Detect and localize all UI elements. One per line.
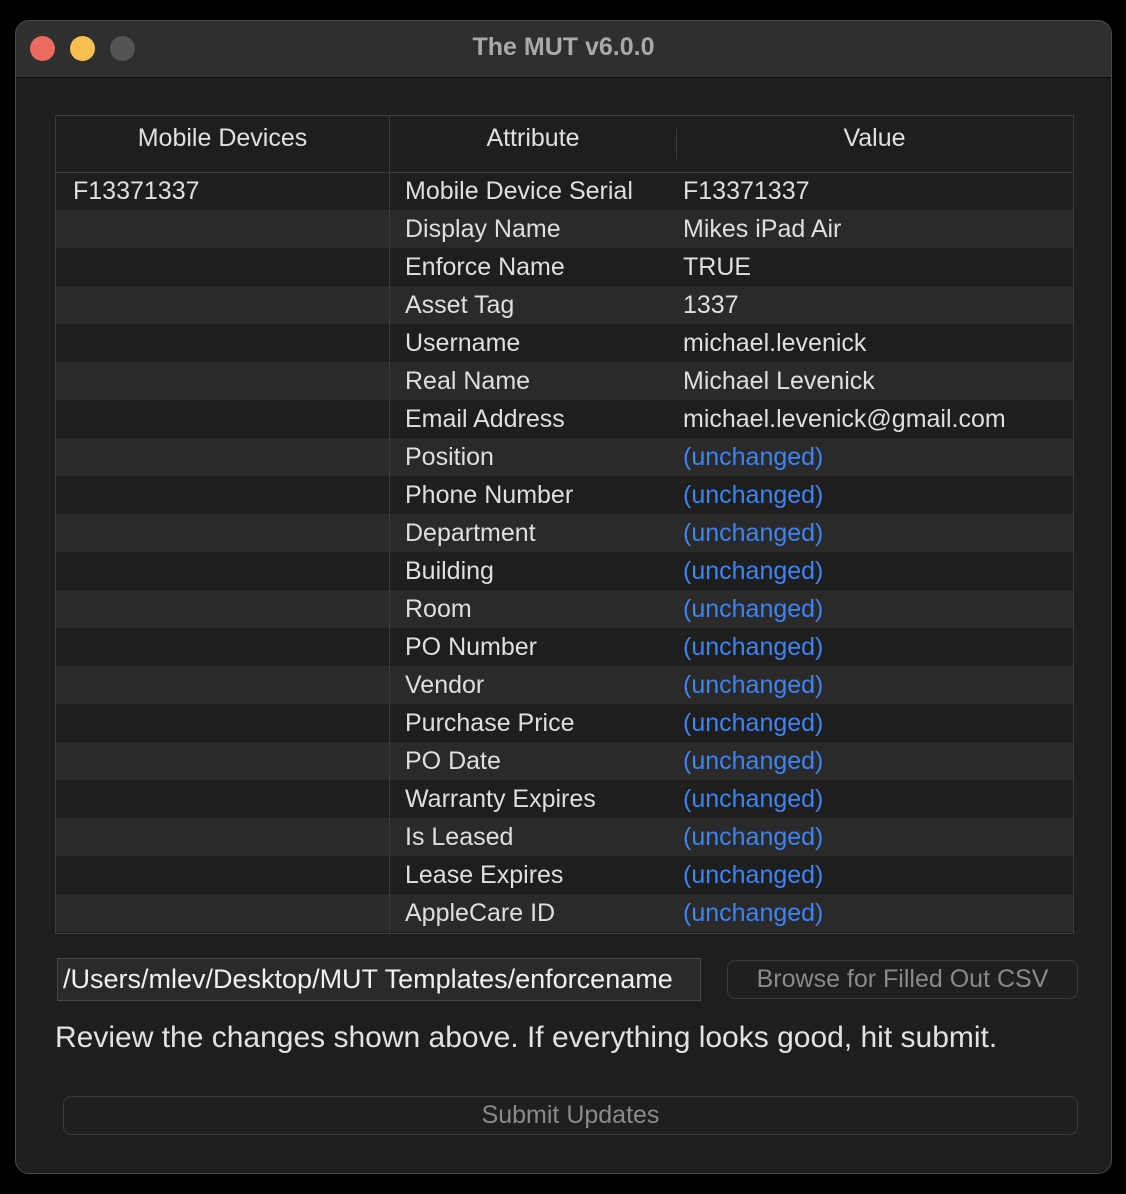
attribute-cell: Mobile Device Serial (405, 177, 633, 205)
table-row[interactable]: PO Number (unchanged) (56, 628, 1073, 666)
value-cell: 1337 (683, 291, 739, 319)
value-cell: Mikes iPad Air (683, 215, 842, 243)
value-cell: (unchanged) (683, 861, 824, 889)
value-cell: (unchanged) (683, 633, 824, 661)
value-cell: (unchanged) (683, 823, 824, 851)
attribute-cell: Vendor (405, 671, 485, 699)
table-row[interactable]: Lease Expires (unchanged) (56, 856, 1073, 894)
table-row[interactable]: Phone Number (unchanged) (56, 476, 1073, 514)
value-cell: (unchanged) (683, 785, 824, 813)
value-cell: (unchanged) (683, 519, 824, 547)
value-cell: F13371337 (683, 177, 810, 205)
attribute-cell: Purchase Price (405, 709, 575, 737)
attribute-cell: Warranty Expires (405, 785, 596, 813)
table-row[interactable]: Display Name Mikes iPad Air (56, 210, 1073, 248)
attribute-cell: Asset Tag (405, 291, 515, 319)
attribute-cell: Is Leased (405, 823, 514, 851)
table-row[interactable]: PO Date (unchanged) (56, 742, 1073, 780)
header-mobile-devices[interactable]: Mobile Devices (56, 124, 389, 153)
table-row[interactable]: AppleCare ID (unchanged) (56, 894, 1073, 932)
value-cell: (unchanged) (683, 709, 824, 737)
attribute-cell: Room (405, 595, 472, 623)
device-serial-cell[interactable]: F13371337 (73, 172, 200, 210)
attribute-cell: Username (405, 329, 521, 357)
attribute-cell: Department (405, 519, 536, 547)
table-row[interactable]: F13371337 Mobile Device Serial F13371337 (56, 172, 1073, 210)
title-bar[interactable]: The MUT v6.0.0 (16, 21, 1111, 78)
table-row[interactable]: Purchase Price (unchanged) (56, 704, 1073, 742)
attribute-cell: PO Number (405, 633, 537, 661)
window-title: The MUT v6.0.0 (472, 33, 655, 61)
attribute-cell: AppleCare ID (405, 899, 556, 927)
attribute-cell: Phone Number (405, 481, 574, 509)
table-row[interactable]: Position (unchanged) (56, 438, 1073, 476)
value-cell: michael.levenick@gmail.com (683, 405, 1006, 433)
attribute-cell: Email Address (405, 405, 565, 433)
value-cell: (unchanged) (683, 899, 824, 927)
table-row[interactable]: Enforce Name TRUE (56, 248, 1073, 286)
value-cell: Michael Levenick (683, 367, 875, 395)
table-row[interactable]: Department (unchanged) (56, 514, 1073, 552)
value-cell: (unchanged) (683, 557, 824, 585)
csv-path-field[interactable]: /Users/mlev/Desktop/MUT Templates/enforc… (57, 958, 701, 1001)
value-cell: (unchanged) (683, 747, 824, 775)
table-row[interactable]: Building (unchanged) (56, 552, 1073, 590)
attribute-cell: Enforce Name (405, 253, 565, 281)
app-window: The MUT v6.0.0 Mobile Devices Attribute … (15, 20, 1112, 1174)
table-row[interactable]: Username michael.levenick (56, 324, 1073, 362)
attribute-cell: PO Date (405, 747, 501, 775)
table-row[interactable]: Warranty Expires (unchanged) (56, 780, 1073, 818)
table-row[interactable]: Real Name Michael Levenick (56, 362, 1073, 400)
table-row[interactable]: Room (unchanged) (56, 590, 1073, 628)
table-row[interactable]: Is Leased (unchanged) (56, 818, 1073, 856)
header-divider (676, 129, 677, 159)
table-row[interactable]: Asset Tag 1337 (56, 286, 1073, 324)
value-cell: (unchanged) (683, 481, 824, 509)
value-cell: (unchanged) (683, 671, 824, 699)
attribute-cell: Display Name (405, 215, 561, 243)
attribute-cell: Lease Expires (405, 861, 564, 889)
header-attribute[interactable]: Attribute (390, 124, 676, 153)
value-cell: TRUE (683, 253, 752, 281)
attribute-cell: Position (405, 443, 494, 471)
value-cell: (unchanged) (683, 443, 824, 471)
review-message: Review the changes shown above. If every… (55, 1021, 998, 1054)
submit-updates-button[interactable]: Submit Updates (63, 1096, 1078, 1135)
attribute-cell: Real Name (405, 367, 531, 395)
table-row[interactable]: Vendor (unchanged) (56, 666, 1073, 704)
attribute-cell: Building (405, 557, 494, 585)
table-row[interactable]: Email Address michael.levenick@gmail.com (56, 400, 1073, 438)
column-divider (389, 116, 390, 933)
table-body: F13371337 Mobile Device Serial F13371337 Di… (56, 172, 1073, 932)
value-cell: michael.levenick (683, 329, 867, 357)
table-header: Mobile Devices Attribute Value (56, 116, 1073, 173)
value-cell: (unchanged) (683, 595, 824, 623)
header-value[interactable]: Value (676, 124, 1073, 153)
browse-csv-button[interactable]: Browse for Filled Out CSV (727, 960, 1078, 999)
changes-table: Mobile Devices Attribute Value F13371337… (55, 115, 1074, 934)
